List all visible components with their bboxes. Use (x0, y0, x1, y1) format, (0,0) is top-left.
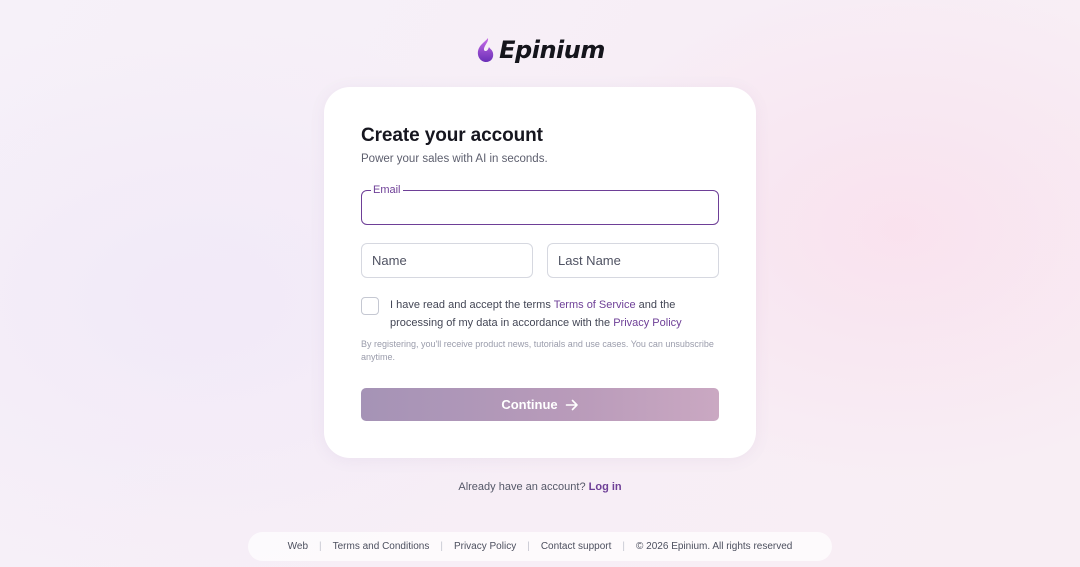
email-input[interactable] (362, 191, 718, 224)
signup-card: Create your account Power your sales wit… (324, 87, 756, 458)
brand-name: Epinium (499, 36, 605, 64)
footer: Web | Terms and Conditions | Privacy Pol… (248, 532, 832, 561)
consent-text-part-1: I have read and accept the terms (390, 299, 554, 311)
footer-separator: | (622, 541, 626, 552)
footer-link-contact[interactable]: Contact support (541, 541, 612, 552)
continue-button[interactable]: Continue (361, 388, 719, 421)
continue-label: Continue (501, 397, 558, 412)
last-name-input[interactable] (547, 243, 719, 278)
flame-icon (477, 38, 494, 62)
footer-link-privacy[interactable]: Privacy Policy (454, 541, 516, 552)
email-field: Email (361, 183, 719, 225)
marketing-notice: By registering, you'll receive product n… (361, 339, 714, 362)
footer-link-web[interactable]: Web (288, 541, 308, 552)
footer-link-terms[interactable]: Terms and Conditions (333, 541, 430, 552)
consent-text: I have read and accept the terms Terms o… (390, 296, 730, 332)
name-input[interactable] (361, 243, 533, 278)
login-prompt-text: Already have an account? (458, 481, 586, 493)
terms-of-service-link[interactable]: Terms of Service (554, 299, 636, 311)
privacy-policy-link[interactable]: Privacy Policy (613, 317, 681, 329)
footer-separator: | (527, 541, 530, 552)
copyright-text: © 2026 Epinium. All rights reserved (636, 541, 793, 552)
login-link[interactable]: Log in (589, 481, 622, 493)
consent-checkbox[interactable] (361, 297, 379, 315)
footer-separator: | (440, 541, 443, 552)
arrow-right-icon (565, 399, 578, 410)
page-title: Create your account (361, 125, 543, 146)
brand-logo[interactable]: Epinium (0, 36, 1080, 64)
footer-separator: | (319, 541, 322, 552)
page-subtitle: Power your sales with AI in seconds. (361, 153, 548, 165)
login-prompt: Already have an account? Log in (0, 481, 1080, 493)
